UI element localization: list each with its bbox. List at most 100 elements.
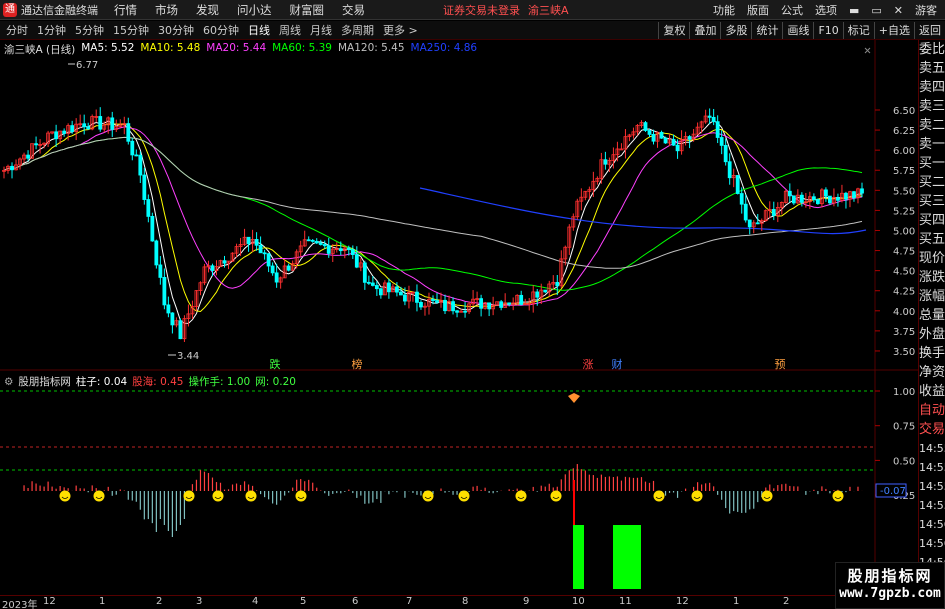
side-panel-item[interactable]: 卖一 <box>919 135 945 154</box>
maximize-icon[interactable]: ▭ <box>871 4 881 17</box>
restore-rights-button[interactable]: 复权 <box>658 22 689 39</box>
side-panel-item[interactable]: 外盘 <box>919 325 945 344</box>
close-icon[interactable]: ✕ <box>894 4 903 17</box>
side-panel-item[interactable]: 卖五 <box>919 59 945 78</box>
statistics-button[interactable]: 统计 <box>751 22 782 39</box>
tab-15min[interactable]: 15分钟 <box>113 22 149 38</box>
side-panel-item[interactable]: 换手 <box>919 344 945 363</box>
tab-more[interactable]: 更多 > <box>383 22 418 38</box>
candle-body <box>836 197 840 201</box>
side-panel-item[interactable]: 卖四 <box>919 78 945 97</box>
candle-body <box>479 298 484 309</box>
kline-chart[interactable]: 6.50 6.25 6.00 5.75 5.50 5.25 5.00 4.75 4.50 4.25… <box>0 40 918 609</box>
back-button[interactable]: 返回 <box>914 22 945 39</box>
draw-line-button[interactable]: 画线 <box>782 22 813 39</box>
tab-daily[interactable]: 日线 <box>248 22 270 38</box>
candle-body <box>507 302 512 305</box>
candle-body <box>395 286 399 293</box>
main-legend: 渝三峡A (日线) MA5: 5.52 MA10: 5.48 MA20: 5.4… <box>4 42 483 57</box>
candle-body <box>643 122 648 131</box>
multi-stock-button[interactable]: 多股 <box>720 22 751 39</box>
gear-icon[interactable]: ⚙ <box>4 376 13 388</box>
side-panel-item[interactable]: 涨跌 <box>919 268 945 287</box>
side-panel-item[interactable]: 现价 <box>919 249 945 268</box>
f10-button[interactable]: F10 <box>813 22 842 39</box>
overlay-button[interactable]: 叠加 <box>689 22 720 39</box>
price-tick-label: 4.00 <box>893 307 915 318</box>
side-panel-item[interactable]: 14:55 <box>919 458 945 477</box>
tab-1min[interactable]: 1分钟 <box>37 22 66 38</box>
side-panel-item[interactable]: 买五 <box>919 230 945 249</box>
tab-weekly[interactable]: 周线 <box>279 22 301 38</box>
candle-body <box>771 209 776 216</box>
app-title: 通达信金融终端 <box>21 3 98 17</box>
candle-body <box>828 195 832 204</box>
side-panel-item[interactable]: 卖三 <box>919 97 945 116</box>
menu-function[interactable]: 功能 <box>713 2 735 18</box>
side-panel-item[interactable]: 买三 <box>919 192 945 211</box>
tab-30min[interactable]: 30分钟 <box>158 22 194 38</box>
menu-ask[interactable]: 问小达 <box>237 2 272 18</box>
side-panel-item[interactable]: 自动 <box>919 401 945 420</box>
side-panel-item[interactable]: 14:55 <box>919 496 945 515</box>
side-panel-item[interactable]: 买四 <box>919 211 945 230</box>
side-panel-item[interactable]: 交易 <box>919 420 945 439</box>
side-panel-item[interactable]: 买二 <box>919 173 945 192</box>
candle-body <box>671 139 676 146</box>
date-tick-label: 5 <box>300 596 307 607</box>
menu-options[interactable]: 选项 <box>815 2 837 18</box>
event-marker: 榜 <box>352 357 363 371</box>
candle-body <box>687 136 692 140</box>
date-tick-label: 8 <box>462 596 469 607</box>
tab-5min[interactable]: 5分钟 <box>75 22 104 38</box>
candle-body <box>162 277 167 306</box>
date-tick-label: 4 <box>252 596 259 607</box>
side-panel-item[interactable]: 卖二 <box>919 116 945 135</box>
menu-trade[interactable]: 交易 <box>342 2 365 18</box>
candle-body <box>318 242 323 245</box>
side-panel-item[interactable]: 买一 <box>919 154 945 173</box>
candle-body <box>350 249 355 255</box>
side-panel-item[interactable]: 14:55 <box>919 439 945 458</box>
menu-market[interactable]: 市场 <box>155 2 178 18</box>
date-tick-label: 1 <box>733 596 740 607</box>
tab-intraday[interactable]: 分时 <box>6 22 28 38</box>
menu-quotes[interactable]: 行情 <box>114 2 137 18</box>
menu-wealth[interactable]: 财富圈 <box>290 2 325 18</box>
side-panel-item[interactable]: 涨幅 <box>919 287 945 306</box>
candle-body <box>723 144 728 163</box>
login-warning[interactable]: 证券交易未登录 <box>443 2 520 18</box>
candle-body <box>262 252 267 255</box>
legend-stock-name: 渝三峡A (日线) <box>4 44 76 56</box>
guest-user[interactable]: 游客 <box>915 2 937 18</box>
sub-indicator-name[interactable]: 股朋指标网 <box>18 374 71 389</box>
add-watchlist-button[interactable]: +自选 <box>873 22 914 39</box>
candle-body <box>154 240 159 266</box>
candle-body <box>747 219 752 228</box>
candle-body <box>314 240 319 244</box>
minimize-icon[interactable]: ▬ <box>849 4 859 17</box>
candle-body <box>844 192 848 200</box>
candle-body <box>735 175 740 194</box>
date-tick-label: 12 <box>43 596 56 607</box>
mark-button[interactable]: 标记 <box>842 22 874 39</box>
tab-60min[interactable]: 60分钟 <box>203 22 239 38</box>
candle-body <box>487 302 492 310</box>
date-tick-label: 9 <box>523 596 530 607</box>
side-panel-item[interactable]: 14:55 <box>919 477 945 496</box>
high-price-label: 6.77 <box>76 60 98 71</box>
watermark-title: 股朋指标网 <box>847 567 933 585</box>
side-panel-item[interactable]: 委比 <box>919 40 945 59</box>
tab-multi-period[interactable]: 多周期 <box>341 22 374 38</box>
side-panel-item[interactable]: 总量 <box>919 306 945 325</box>
candle-body <box>270 265 275 274</box>
price-tick-label: 6.50 <box>893 106 915 117</box>
side-panel-item[interactable]: 收益 <box>919 382 945 401</box>
side-panel-item[interactable]: 净资 <box>919 363 945 382</box>
side-panel-item[interactable]: 14:56 <box>919 515 945 534</box>
menu-discover[interactable]: 发现 <box>196 2 219 18</box>
side-panel-item[interactable]: 14:56 <box>919 534 945 553</box>
menu-formula[interactable]: 公式 <box>781 2 803 18</box>
menu-layout[interactable]: 版面 <box>747 2 769 18</box>
tab-monthly[interactable]: 月线 <box>310 22 332 38</box>
